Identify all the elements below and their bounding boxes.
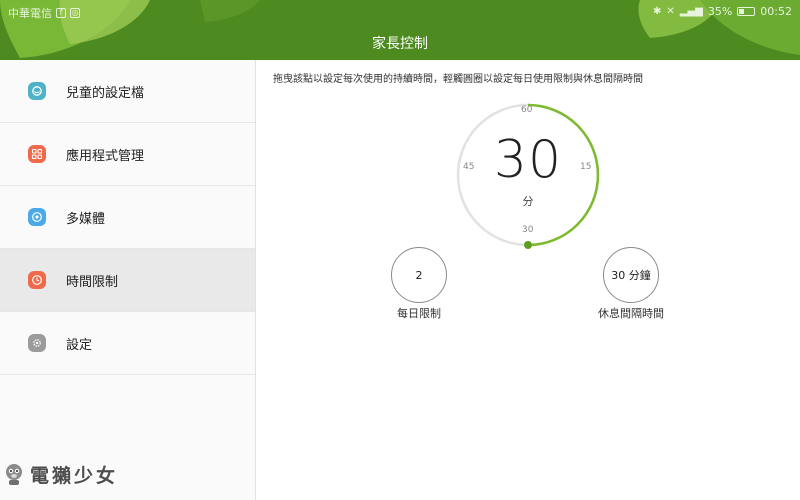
app-grid-icon (28, 145, 46, 163)
clock-icon (28, 271, 46, 289)
rest-interval-label: 休息間隔時間 (598, 307, 664, 320)
rest-interval-value: 30 分鐘 (611, 269, 651, 282)
app-header: 中華電信 f ◎ ✱ ✕ ▂▄▆ 35% 00:52 家長控制 (0, 0, 800, 60)
duration-unit: 分 (522, 195, 534, 208)
dial-tick-right: 15 (580, 162, 592, 172)
dial-drag-handle[interactable] (524, 241, 532, 249)
mute-icon: ✕ (666, 6, 675, 17)
daily-limit-label: 每日限制 (397, 307, 441, 320)
duration-value: 30 (493, 130, 563, 190)
instruction-text: 拖曳該點以設定每次使用的持續時間，輕觸圓圈以設定每日使用限制與休息間隔時間 (273, 74, 643, 85)
sidebar-item-app-management[interactable]: 應用程式管理 (0, 123, 255, 186)
otter-mascot-icon (6, 464, 22, 485)
instagram-icon: ◎ (70, 8, 80, 18)
sidebar-item-label: 多媒體 (66, 211, 106, 227)
sidebar-item-time-limit[interactable]: 時間限制 (0, 249, 255, 312)
watermark-text: 電獺少女 (30, 464, 119, 487)
dial-tick-top: 60 (521, 105, 533, 115)
child-profile-icon (28, 82, 46, 100)
battery-percent: 35% (707, 5, 733, 18)
clock-time: 00:52 (760, 5, 792, 18)
sidebar-item-settings[interactable]: 設定 (0, 312, 255, 375)
bluetooth-icon: ✱ (652, 6, 662, 17)
sidebar-item-label: 兒童的設定檔 (66, 85, 145, 101)
facebook-icon: f (56, 8, 66, 18)
dial-tick-left: 45 (463, 162, 475, 172)
sidebar-item-label: 應用程式管理 (66, 148, 145, 164)
rest-interval-button[interactable]: 30 分鐘 (603, 247, 659, 303)
signal-icon: ▂▄▆ (679, 6, 703, 17)
sidebar-item-label: 時間限制 (66, 274, 119, 290)
carrier-label: 中華電信 (8, 7, 52, 20)
daily-limit-value: 2 (415, 268, 423, 282)
daily-limit-button[interactable]: 2 (391, 247, 447, 303)
sidebar-item-child-profile[interactable]: 兒童的設定檔 (0, 60, 255, 123)
battery-icon (737, 7, 756, 16)
sidebar: 兒童的設定檔 應用程式管理 多媒體 時間限制 設定 電獺少女 (0, 60, 256, 500)
gear-icon (28, 334, 46, 352)
status-bar: 中華電信 f ◎ ✱ ✕ ▂▄▆ 35% 00:52 (0, 0, 800, 22)
sidebar-item-multimedia[interactable]: 多媒體 (0, 186, 255, 249)
sidebar-item-label: 設定 (66, 337, 93, 353)
media-icon (28, 208, 46, 226)
page-title: 家長控制 (372, 36, 428, 52)
dial-tick-bottom: 30 (522, 225, 534, 235)
watermark: 電獺少女 (4, 458, 122, 490)
